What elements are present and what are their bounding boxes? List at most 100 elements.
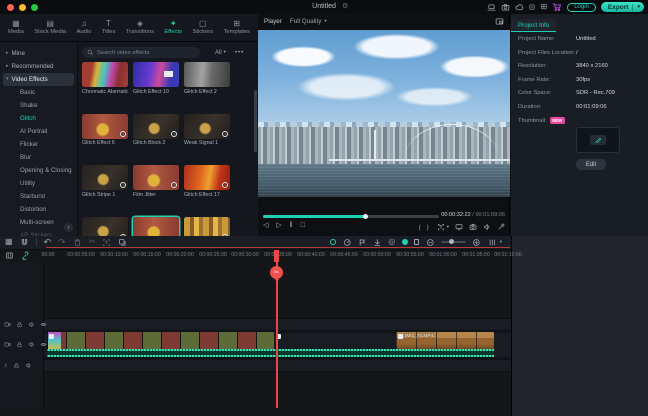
undo-icon[interactable]: ↶ bbox=[44, 238, 52, 247]
audio-waveform-strip[interactable] bbox=[47, 349, 494, 357]
sidebar-item-starburst[interactable]: Starburst bbox=[0, 190, 77, 203]
record-icon[interactable]: ◎ bbox=[529, 3, 536, 11]
tab-transitions[interactable]: ◈Transitions bbox=[126, 20, 154, 35]
play-button[interactable]: ▷ bbox=[276, 222, 281, 229]
tab-titles[interactable]: TTitles bbox=[102, 20, 116, 35]
tab-audio[interactable]: ♫Audio bbox=[77, 20, 92, 35]
media-track-icon[interactable] bbox=[5, 251, 14, 260]
lock-icon[interactable] bbox=[13, 362, 20, 369]
copy-layers-icon[interactable] bbox=[118, 238, 127, 247]
project-info-tab[interactable]: Project Info bbox=[511, 19, 556, 32]
effect-card[interactable]: Glitch Effect 10 bbox=[133, 62, 179, 112]
snap-magnet-icon[interactable] bbox=[20, 238, 29, 247]
timeline-zoom-slider[interactable] bbox=[441, 241, 466, 243]
lock-icon[interactable] bbox=[16, 321, 23, 328]
split-scissors-icon[interactable]: ✂ bbox=[89, 238, 96, 246]
audio-track-lane[interactable] bbox=[0, 359, 511, 372]
marker-flag-icon[interactable] bbox=[358, 238, 367, 247]
timeline-clip-2[interactable] bbox=[274, 332, 396, 349]
chevron-down-icon[interactable]: ▾ bbox=[447, 225, 449, 230]
sidebar-item-blur[interactable]: Blur bbox=[0, 151, 77, 164]
sidebar-group-mine[interactable]: ▸Mine bbox=[0, 47, 77, 60]
sidebar-item-utility[interactable]: Utility bbox=[0, 177, 77, 190]
mute-icon[interactable] bbox=[25, 362, 32, 369]
zoom-window-button[interactable] bbox=[31, 4, 38, 11]
timeline-tracks-area[interactable]: ♪ IMG_74.MP4 bbox=[0, 262, 511, 410]
tab-stickers[interactable]: ▢Stickers bbox=[192, 20, 213, 35]
search-input[interactable]: Search video effects bbox=[82, 47, 200, 58]
mark-in-out-icon[interactable]: ( ) bbox=[419, 224, 431, 231]
link-clips-icon[interactable] bbox=[21, 251, 30, 260]
sidebar-collapse-button[interactable]: ‹ bbox=[64, 223, 73, 232]
zoom-slider-handle[interactable] bbox=[449, 239, 454, 244]
tab-templates[interactable]: ⊞Templates bbox=[224, 20, 250, 35]
crop-icon[interactable] bbox=[102, 238, 111, 247]
pip-preview-icon[interactable] bbox=[495, 17, 504, 26]
cloud-icon[interactable] bbox=[515, 3, 524, 12]
crop-preview-icon[interactable] bbox=[437, 223, 445, 231]
delete-icon[interactable] bbox=[73, 238, 82, 247]
sidebar-item-basic[interactable]: Basic bbox=[0, 86, 77, 99]
motion-track-icon[interactable] bbox=[414, 239, 419, 245]
timeline-clip-3[interactable]: IMG_74.MP4 bbox=[396, 332, 494, 349]
settings-wrench-icon[interactable] bbox=[497, 223, 505, 231]
export-frame-icon[interactable] bbox=[373, 238, 382, 247]
effect-card[interactable]: ↓Glitch Block 2 bbox=[133, 114, 179, 164]
plugins-grid-icon[interactable]: ⊞ bbox=[541, 3, 548, 11]
chevron-down-icon[interactable]: ▾ bbox=[500, 240, 502, 245]
snapshot-camera-icon[interactable] bbox=[469, 223, 477, 231]
screen-recorder-icon[interactable] bbox=[487, 3, 496, 12]
sidebar-item-opening-closing[interactable]: Opening & Closing bbox=[0, 164, 77, 177]
thumbnail-preview-box[interactable] bbox=[576, 127, 620, 153]
playhead-handle[interactable]: ✂ bbox=[270, 266, 283, 279]
pause-button[interactable]: ‖ bbox=[290, 222, 293, 229]
track-manager-icon[interactable]: ▦ bbox=[5, 238, 13, 246]
effect-card[interactable]: ↓Glitch Effect 17 bbox=[184, 165, 230, 215]
minimize-window-button[interactable] bbox=[19, 4, 26, 11]
snapshot-icon[interactable] bbox=[501, 3, 510, 12]
display-icon[interactable] bbox=[455, 223, 463, 231]
sidebar-item-shake[interactable]: Shake bbox=[0, 99, 77, 112]
effect-card[interactable]: ↓Weak Signal 1 bbox=[184, 114, 230, 164]
sidebar-item-ai-portrait[interactable]: AI Portrait bbox=[0, 125, 77, 138]
speed-icon[interactable] bbox=[343, 238, 352, 247]
seek-bar[interactable] bbox=[263, 215, 439, 218]
edit-thumbnail-pencil-icon[interactable] bbox=[590, 135, 606, 145]
eye-icon[interactable] bbox=[40, 321, 47, 328]
login-button[interactable]: Login bbox=[567, 3, 596, 12]
mute-icon[interactable] bbox=[28, 321, 35, 328]
effect-card[interactable]: ↓Glitch Effect 6 bbox=[82, 114, 128, 164]
store-cart-icon[interactable] bbox=[552, 2, 562, 12]
video-track-2-lane[interactable] bbox=[0, 318, 511, 331]
sidebar-group-recommended[interactable]: ▸Recommended bbox=[0, 60, 77, 73]
video-preview[interactable] bbox=[258, 30, 510, 197]
mute-icon[interactable] bbox=[28, 341, 35, 348]
effects-scrollbar[interactable] bbox=[254, 90, 257, 152]
timeline-clip-1[interactable] bbox=[47, 332, 274, 349]
sidebar-item-distortion[interactable]: Distortion bbox=[0, 203, 77, 216]
eye-icon[interactable] bbox=[40, 341, 47, 348]
close-window-button[interactable] bbox=[7, 4, 14, 11]
filter-all-dropdown[interactable]: All ▾ bbox=[215, 50, 226, 56]
tab-stock-media[interactable]: ▤Stock Media bbox=[34, 20, 66, 35]
export-button[interactable]: Export ▾ bbox=[601, 2, 644, 12]
timeline-ruler[interactable]: 00:00 00:00:05:00 00:00:10:00 00:00:15:0… bbox=[0, 250, 511, 262]
playback-quality-dropdown[interactable]: Full Quality ▾ bbox=[290, 18, 327, 25]
effect-card[interactable]: Chromatic Aberration bbox=[82, 62, 128, 112]
effect-card[interactable]: Glitch Effect 2 bbox=[184, 62, 230, 112]
export-chevron-icon[interactable]: ▾ bbox=[637, 5, 640, 10]
effect-card-selected[interactable]: Glitch Effect 7 bbox=[133, 217, 179, 236]
more-options-button[interactable]: ••• bbox=[235, 50, 244, 56]
project-settings-icon[interactable]: ⚙ bbox=[342, 3, 348, 10]
track-height-icon[interactable] bbox=[488, 238, 497, 247]
sidebar-group-video-effects[interactable]: ▾Video Effects bbox=[3, 73, 74, 86]
edit-thumbnail-button[interactable]: Edit bbox=[576, 159, 606, 170]
lock-icon[interactable] bbox=[16, 341, 23, 348]
sidebar-item-flicker[interactable]: Flicker bbox=[0, 138, 77, 151]
effect-card[interactable]: ↓Glitch Effect 16 bbox=[184, 217, 230, 236]
tab-effects[interactable]: ✦Effects bbox=[164, 20, 182, 35]
seek-handle[interactable] bbox=[363, 214, 369, 220]
sidebar-item-glitch[interactable]: Glitch bbox=[0, 112, 77, 125]
stop-button[interactable]: □ bbox=[301, 222, 305, 229]
redo-icon[interactable]: ↷ bbox=[58, 238, 66, 247]
